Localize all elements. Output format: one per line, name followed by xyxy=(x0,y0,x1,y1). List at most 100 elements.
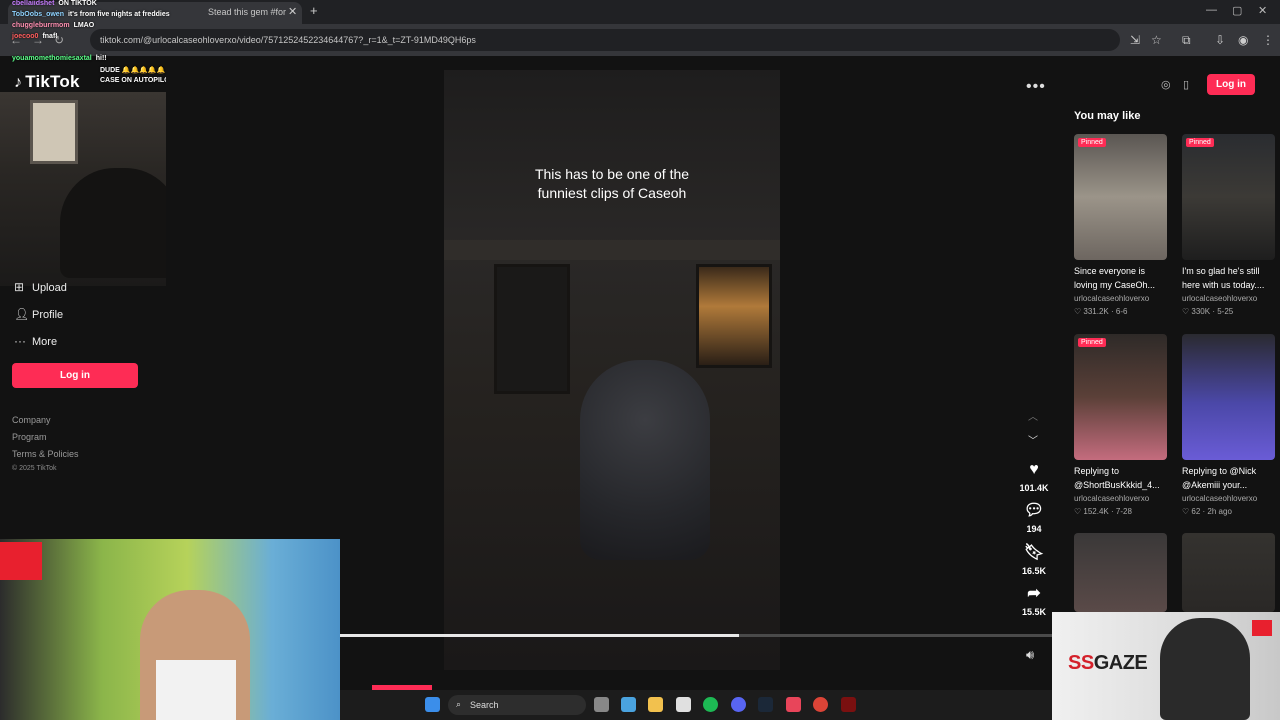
video-progress-fill xyxy=(340,634,739,637)
card-title[interactable]: Replying to @ShortBusKkkid_4... xyxy=(1074,464,1167,492)
login-button-top[interactable]: Log in xyxy=(1207,74,1255,95)
video-thumbnail[interactable] xyxy=(1182,533,1275,612)
chrome-icon[interactable] xyxy=(813,697,828,712)
card-title[interactable]: Since everyone is loving my CaseOh... xyxy=(1074,264,1167,292)
file-explorer-icon[interactable] xyxy=(648,697,663,712)
bookmark-icon[interactable]: 🔖︎ xyxy=(1014,542,1054,562)
app-icon[interactable] xyxy=(786,697,801,712)
footer-program-link[interactable]: Program xyxy=(12,432,47,442)
device-icon[interactable]: ▯ xyxy=(1183,78,1189,91)
card-date: 2h ago xyxy=(1207,507,1232,516)
video-thumbnail[interactable] xyxy=(1182,334,1275,460)
card-title[interactable]: I'm so glad he's still here with us toda… xyxy=(1182,264,1275,292)
steam-icon[interactable] xyxy=(758,697,773,712)
video-person-image xyxy=(580,360,710,560)
bookmark-star-icon[interactable]: ☆ xyxy=(1151,33,1162,47)
heart-outline-icon: ♡ xyxy=(1182,307,1192,316)
silhouette-image xyxy=(60,168,180,278)
discord-icon[interactable] xyxy=(731,697,746,712)
sponsor-logo-ss: SS xyxy=(1068,652,1094,674)
login-button[interactable]: Log in xyxy=(12,363,138,388)
chat-username: joecoo0 xyxy=(12,33,39,40)
suggested-video-card[interactable]: Replying to @Nick @Akemiii your... urloc… xyxy=(1182,334,1275,516)
chat-username: TobOobs_owen xyxy=(12,11,64,18)
video-window-image xyxy=(696,264,772,368)
card-user[interactable]: urlocalcaseohloverxo xyxy=(1074,494,1167,503)
more-options-icon[interactable]: ••• xyxy=(1026,78,1046,96)
extensions-icon[interactable]: ⧉ xyxy=(1182,33,1191,48)
minimize-icon[interactable]: — xyxy=(1206,4,1217,16)
suggested-video-card[interactable]: Pinned Since everyone is loving my CaseO… xyxy=(1074,134,1167,316)
video-thumbnail[interactable]: Pinned xyxy=(1182,134,1275,260)
footer-terms-link[interactable]: Terms & Policies xyxy=(12,449,79,459)
suggested-video-card[interactable]: Pinned I'm so glad he's still here with … xyxy=(1182,134,1275,316)
chat-message: chuggleburrmom LMAO xyxy=(12,22,94,29)
profile-icon: 👤︎ xyxy=(14,307,30,321)
taskbar-search[interactable] xyxy=(448,695,586,715)
card-date: 6-6 xyxy=(1115,307,1128,316)
copilot-icon[interactable] xyxy=(621,697,636,712)
video-thumbnail[interactable]: Pinned xyxy=(1074,334,1167,460)
chat-text: it's from five nights at freddies xyxy=(67,11,170,18)
nav-label: Upload xyxy=(32,282,67,294)
nav-item-upload[interactable]: ⊞ Upload xyxy=(14,280,67,294)
like-action[interactable]: ♥ 101.4K xyxy=(1014,461,1054,493)
chat-message: joecoo0 fnaf! xyxy=(12,33,58,40)
chat-username: chuggleburrmom xyxy=(12,22,70,29)
card-user[interactable]: urlocalcaseohloverxo xyxy=(1182,294,1275,303)
share-action[interactable]: ➦ 15.5K xyxy=(1014,583,1054,617)
downloads-icon[interactable]: ⇩ xyxy=(1215,33,1225,47)
store-icon[interactable] xyxy=(676,697,691,712)
heart-icon[interactable]: ♥ xyxy=(1014,461,1054,479)
suggested-video-card[interactable] xyxy=(1074,533,1167,612)
maximize-icon[interactable]: ▢ xyxy=(1232,4,1242,17)
video-wall-trim xyxy=(444,240,780,260)
save-count: 16.5K xyxy=(1021,566,1047,576)
heart-outline-icon: ♡ xyxy=(1074,307,1084,316)
copyright-text: © 2025 TikTok xyxy=(12,465,57,472)
windows-start-icon[interactable] xyxy=(425,697,440,712)
new-tab-icon[interactable]: + xyxy=(310,3,318,18)
close-window-icon[interactable]: ✕ xyxy=(1258,4,1267,17)
card-user[interactable]: urlocalcaseohloverxo xyxy=(1074,294,1167,303)
chat-message: DUDE 🔔🔔🔔🔔🔔 xyxy=(96,66,165,74)
install-icon[interactable]: ⇲ xyxy=(1130,33,1140,47)
card-title[interactable]: Replying to @Nick @Akemiii your... xyxy=(1182,464,1275,492)
sponsor-logo-rest: GAZE xyxy=(1093,652,1148,674)
nav-item-more[interactable]: ··· More xyxy=(14,334,57,348)
next-video-icon[interactable]: ﹀ xyxy=(1028,432,1038,447)
comment-icon[interactable]: 💬︎ xyxy=(1014,500,1054,520)
compass-icon[interactable]: ◎ xyxy=(1161,78,1171,91)
spotify-icon[interactable] xyxy=(703,697,718,712)
search-icon: ⌕ xyxy=(456,699,462,709)
window-image xyxy=(30,100,78,164)
app-red-icon[interactable] xyxy=(841,697,856,712)
caption-line: funniest clips of Caseoh xyxy=(537,185,687,201)
nav-item-profile[interactable]: 👤︎ Profile xyxy=(14,307,63,321)
share-icon[interactable]: ➦ xyxy=(1014,583,1054,603)
nav-label: More xyxy=(32,336,58,348)
share-count: 15.5K xyxy=(1021,607,1047,617)
volume-icon[interactable]: 🔊︎ xyxy=(1026,647,1034,663)
card-likes: 331.2K xyxy=(1083,307,1109,316)
suggested-video-card[interactable]: Pinned Replying to @ShortBusKkkid_4... u… xyxy=(1074,334,1167,516)
close-tab-icon[interactable]: ✕ xyxy=(288,5,297,18)
comment-action[interactable]: 💬︎ 194 xyxy=(1014,500,1054,534)
suggested-video-card[interactable] xyxy=(1182,533,1275,612)
footer-company-link[interactable]: Company xyxy=(12,415,51,425)
video-thumbnail[interactable] xyxy=(1074,533,1167,612)
task-view-icon[interactable] xyxy=(594,697,609,712)
chat-username: youamomethomiesaxtal xyxy=(12,55,92,62)
account-icon[interactable]: ◉ xyxy=(1238,33,1248,47)
menu-icon[interactable]: ⋮ xyxy=(1262,33,1274,47)
chat-text: hi!! xyxy=(95,55,107,62)
video-thumbnail[interactable]: Pinned xyxy=(1074,134,1167,260)
save-action[interactable]: 🔖︎ 16.5K xyxy=(1014,542,1054,576)
card-likes: 330K xyxy=(1191,307,1211,316)
chat-username: cbellaiidshet xyxy=(12,0,55,7)
video-window-image xyxy=(494,264,570,394)
card-user[interactable]: urlocalcaseohloverxo xyxy=(1182,494,1275,503)
previous-video-icon[interactable]: ︿ xyxy=(1028,408,1038,423)
taskbar-accent xyxy=(372,685,432,690)
video-caption: This has to be one of the funniest clips… xyxy=(444,165,780,203)
